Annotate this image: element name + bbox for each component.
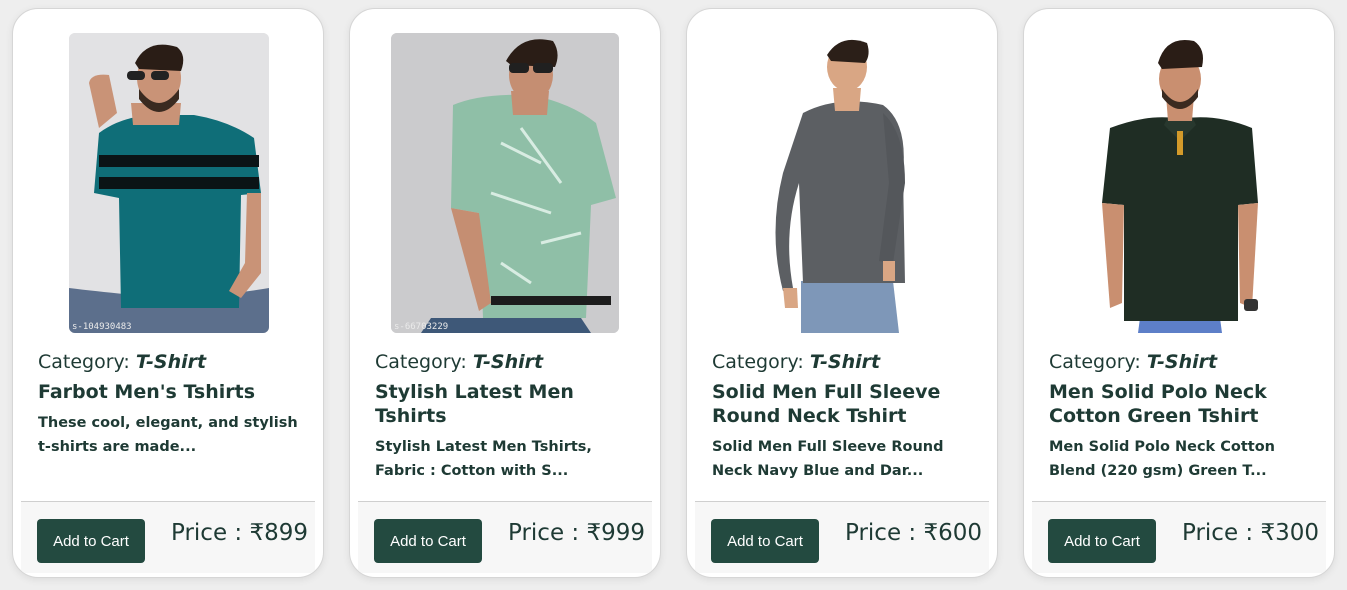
product-description: Men Solid Polo Neck Cotton Blend (220 gs… xyxy=(1049,439,1275,479)
product-image[interactable] xyxy=(743,33,943,333)
category-value: T-Shirt xyxy=(135,351,207,373)
product-price: Price : ₹600 xyxy=(844,520,982,546)
product-title[interactable]: Solid Men Full Sleeve Round Neck Tshirt xyxy=(712,380,983,428)
category-label: Category: xyxy=(712,351,810,373)
add-to-cart-button[interactable]: Add to Cart xyxy=(1048,519,1156,563)
product-title[interactable]: Stylish Latest Men Tshirts xyxy=(375,380,646,428)
add-to-cart-button[interactable]: Add to Cart xyxy=(37,519,145,563)
category-value: T-Shirt xyxy=(472,351,544,373)
product-card[interactable]: Category: T-Shirt Men Solid Polo Neck Co… xyxy=(1023,8,1335,578)
image-watermark: s-66703229 xyxy=(394,322,449,332)
product-title[interactable]: Men Solid Polo Neck Cotton Green Tshirt xyxy=(1049,380,1320,428)
image-watermark: s-104930483 xyxy=(72,322,132,332)
product-category: Category: T-Shirt xyxy=(712,349,983,375)
product-description: These cool, elegant, and stylish t-shirt… xyxy=(38,415,298,455)
product-image[interactable]: s-66703229 xyxy=(391,33,619,333)
card-footer: Add to Cart Price : ₹999 xyxy=(358,501,652,573)
product-category: Category: T-Shirt xyxy=(1049,349,1320,375)
card-footer: Add to Cart Price : ₹300 xyxy=(1032,501,1326,573)
category-label: Category: xyxy=(38,351,136,373)
category-label: Category: xyxy=(375,351,473,373)
card-footer: Add to Cart Price : ₹600 xyxy=(695,501,989,573)
product-description: Stylish Latest Men Tshirts, Fabric : Cot… xyxy=(375,439,592,479)
product-info: Category: T-Shirt Solid Men Full Sleeve … xyxy=(712,349,983,483)
card-footer: Add to Cart Price : ₹899 xyxy=(21,501,315,573)
product-info: Category: T-Shirt Stylish Latest Men Tsh… xyxy=(375,349,646,483)
category-value: T-Shirt xyxy=(1146,351,1218,373)
product-grid: s-104930483 Category: T-Shirt Farbot Men… xyxy=(12,8,1335,578)
product-title[interactable]: Farbot Men's Tshirts xyxy=(38,380,309,404)
product-category: Category: T-Shirt xyxy=(38,349,309,375)
category-label: Category: xyxy=(1049,351,1147,373)
category-value: T-Shirt xyxy=(809,351,881,373)
product-info: Category: T-Shirt Men Solid Polo Neck Co… xyxy=(1049,349,1320,483)
product-price: Price : ₹300 xyxy=(1181,520,1319,546)
product-price: Price : ₹999 xyxy=(507,520,645,546)
product-image[interactable] xyxy=(1080,33,1280,333)
product-description: Solid Men Full Sleeve Round Neck Navy Bl… xyxy=(712,439,944,479)
product-image[interactable]: s-104930483 xyxy=(69,33,269,333)
product-category: Category: T-Shirt xyxy=(375,349,646,375)
product-price: Price : ₹899 xyxy=(170,520,308,546)
product-card[interactable]: s-66703229 Category: T-Shirt Stylish Lat… xyxy=(349,8,661,578)
add-to-cart-button[interactable]: Add to Cart xyxy=(374,519,482,563)
product-card[interactable]: s-104930483 Category: T-Shirt Farbot Men… xyxy=(12,8,324,578)
product-card[interactable]: Category: T-Shirt Solid Men Full Sleeve … xyxy=(686,8,998,578)
product-info: Category: T-Shirt Farbot Men's Tshirts T… xyxy=(38,349,309,459)
add-to-cart-button[interactable]: Add to Cart xyxy=(711,519,819,563)
